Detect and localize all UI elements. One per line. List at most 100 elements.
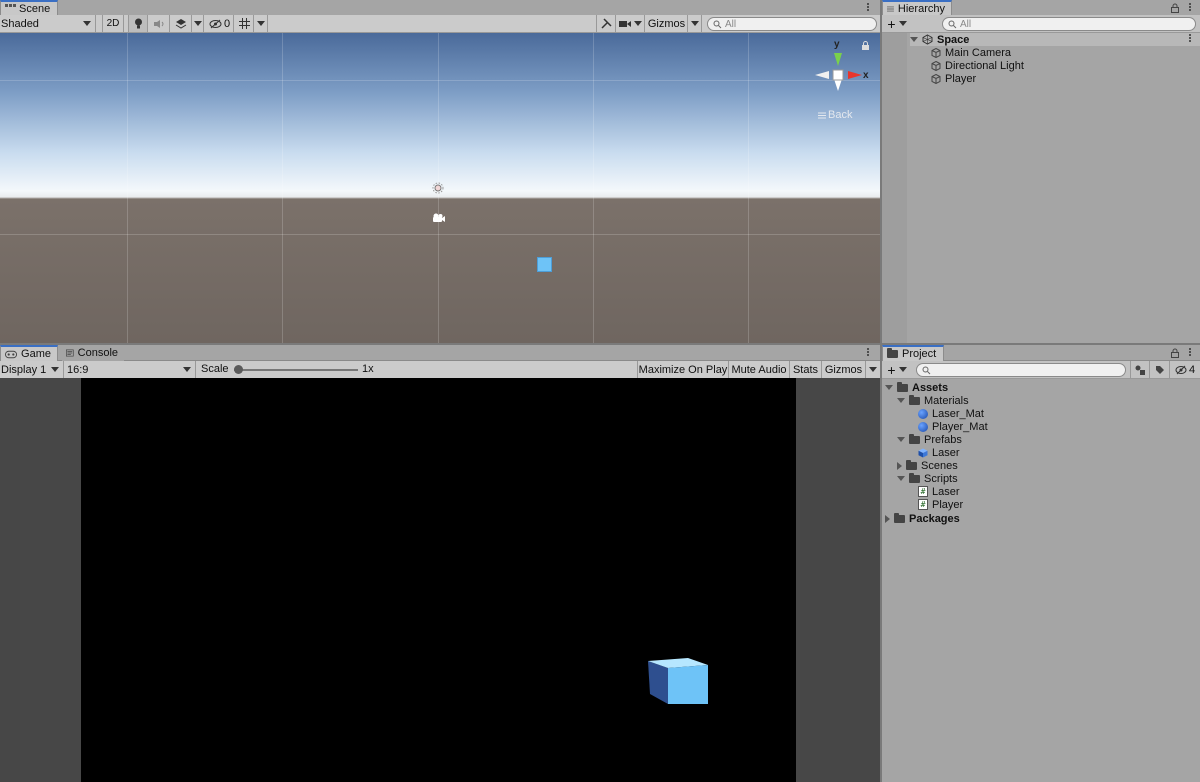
csharp-script-icon: # [918,486,928,497]
game-gizmos-label: Gizmos [824,363,863,376]
hierarchy-list: Space Main Camera Directional Light Play… [882,33,1200,343]
tab-game[interactable]: Game [0,345,58,361]
game-toolbar: Display 1 16:9 Scale 1x Maximize On Play… [0,361,880,379]
gizmos-button[interactable]: Gizmos [646,15,688,32]
tab-hierarchy-label: Hierarchy [897,3,945,15]
project-item-scripts[interactable]: Scripts [897,472,958,485]
hierarchy-item-main-camera[interactable]: Main Camera [931,46,1011,59]
collapse-arrow-icon[interactable] [897,461,902,470]
grid-line [0,234,880,235]
folder-open-icon [909,433,920,444]
project-item-laser-script[interactable]: # Laser [918,485,960,498]
scene-root-item[interactable]: Space [910,33,1200,46]
project-options-menu-icon[interactable] [1188,347,1192,359]
speaker-icon [153,19,163,28]
project-item-packages[interactable]: Packages [885,512,960,525]
chevron-down-icon [869,367,877,372]
expand-arrow-icon[interactable] [885,385,893,390]
hidden-packages-toggle[interactable]: 4 [1170,361,1200,378]
project-item-laser-mat[interactable]: Laser_Mat [918,407,984,420]
material-sphere-icon [918,421,928,432]
2d-toggle[interactable]: 2D [102,15,124,32]
eye-slash-icon [209,19,222,28]
lock-icon[interactable] [862,41,869,50]
folder-open-icon [909,472,920,483]
orientation-gizmo[interactable]: y x [812,39,872,107]
tab-console[interactable]: Console [62,345,124,361]
lock-icon[interactable] [1171,348,1179,358]
game-gizmos-dropdown[interactable] [866,361,880,378]
project-item-player-script[interactable]: # Player [918,498,963,511]
search-by-label-button[interactable] [1150,361,1170,378]
effects-dropdown[interactable] [192,15,204,32]
view-direction-label[interactable]: Back [818,109,852,121]
game-gizmos-button[interactable]: Gizmos [822,361,866,378]
grid-icon [5,4,16,14]
expand-arrow-icon[interactable] [897,437,905,442]
create-dropdown[interactable]: + [884,15,910,32]
project-item-player-mat[interactable]: Player_Mat [918,420,988,433]
scale-slider[interactable] [234,365,358,374]
project-item-laser-prefab[interactable]: Laser [918,446,960,459]
main-camera-gizmo[interactable] [431,213,446,224]
scene-root-label: Space [937,33,970,46]
expand-arrow-icon[interactable] [897,476,905,481]
grid-dropdown[interactable] [254,15,268,32]
hierarchy-item-directional-light[interactable]: Directional Light [931,59,1024,72]
maximize-on-play-toggle[interactable]: Maximize On Play [637,361,729,378]
plus-icon: + [887,15,896,32]
project-search-input[interactable] [916,363,1126,377]
shading-mode-dropdown[interactable]: Shaded [0,15,96,32]
expand-arrow-icon[interactable] [897,398,905,403]
effects-toggle[interactable] [170,15,192,32]
hierarchy-item-player[interactable]: Player [931,72,976,85]
project-item-label: Laser [932,485,960,498]
game-viewport[interactable] [0,378,880,782]
scene-options-menu-icon[interactable] [866,2,870,14]
audio-toggle[interactable] [148,15,170,32]
project-item-materials[interactable]: Materials [897,394,969,407]
tools-button[interactable] [596,15,616,32]
mute-audio-toggle[interactable]: Mute Audio [729,361,790,378]
scene-visibility-toggle[interactable]: 0 [206,15,234,32]
project-item-assets[interactable]: Assets [885,381,948,394]
scene-search-input[interactable]: All [707,17,877,31]
player-cube[interactable] [537,257,552,272]
tab-hierarchy[interactable]: Hierarchy [882,0,952,16]
scale-slider-thumb[interactable] [234,365,243,374]
lighting-toggle[interactable] [128,15,148,32]
material-sphere-icon [918,408,928,419]
collapse-arrow-icon[interactable] [885,514,890,523]
tab-scene[interactable]: Scene [0,0,58,16]
stats-toggle[interactable]: Stats [790,361,822,378]
expand-arrow-icon[interactable] [910,37,918,42]
scene-options-icon[interactable] [1188,33,1192,45]
gizmos-dropdown[interactable] [688,15,702,32]
chevron-down-icon [898,367,907,372]
directional-light-gizmo[interactable] [432,182,444,194]
aspect-dropdown[interactable]: 16:9 [64,361,196,378]
game-options-menu-icon[interactable] [866,347,870,359]
scale-label: Scale [201,363,229,375]
hierarchy-search-placeholder: All [960,18,972,30]
maximize-on-play-label: Maximize On Play [638,363,728,376]
game-screen[interactable] [81,378,796,782]
x-axis-label: x [863,70,869,81]
tag-icon [1155,365,1164,374]
project-item-label: Laser_Mat [932,407,984,420]
project-item-prefabs[interactable]: Prefabs [897,433,962,446]
hierarchy-options-menu-icon[interactable] [1188,2,1192,14]
display-dropdown[interactable]: Display 1 [0,361,64,378]
tab-scene-label: Scene [19,3,51,15]
lock-icon[interactable] [1171,3,1179,13]
hierarchy-search-input[interactable]: All [942,17,1196,31]
search-by-type-button[interactable] [1130,361,1150,378]
grid-toggle[interactable] [236,15,254,32]
project-item-label: Laser [932,446,960,459]
2d-toggle-label: 2D [106,18,120,29]
tab-project[interactable]: Project [882,345,944,361]
scene-viewport[interactable]: y x Back [0,33,880,343]
project-item-scenes[interactable]: Scenes [897,459,958,472]
project-create-dropdown[interactable]: + [884,361,910,378]
camera-settings-button[interactable] [617,15,645,32]
